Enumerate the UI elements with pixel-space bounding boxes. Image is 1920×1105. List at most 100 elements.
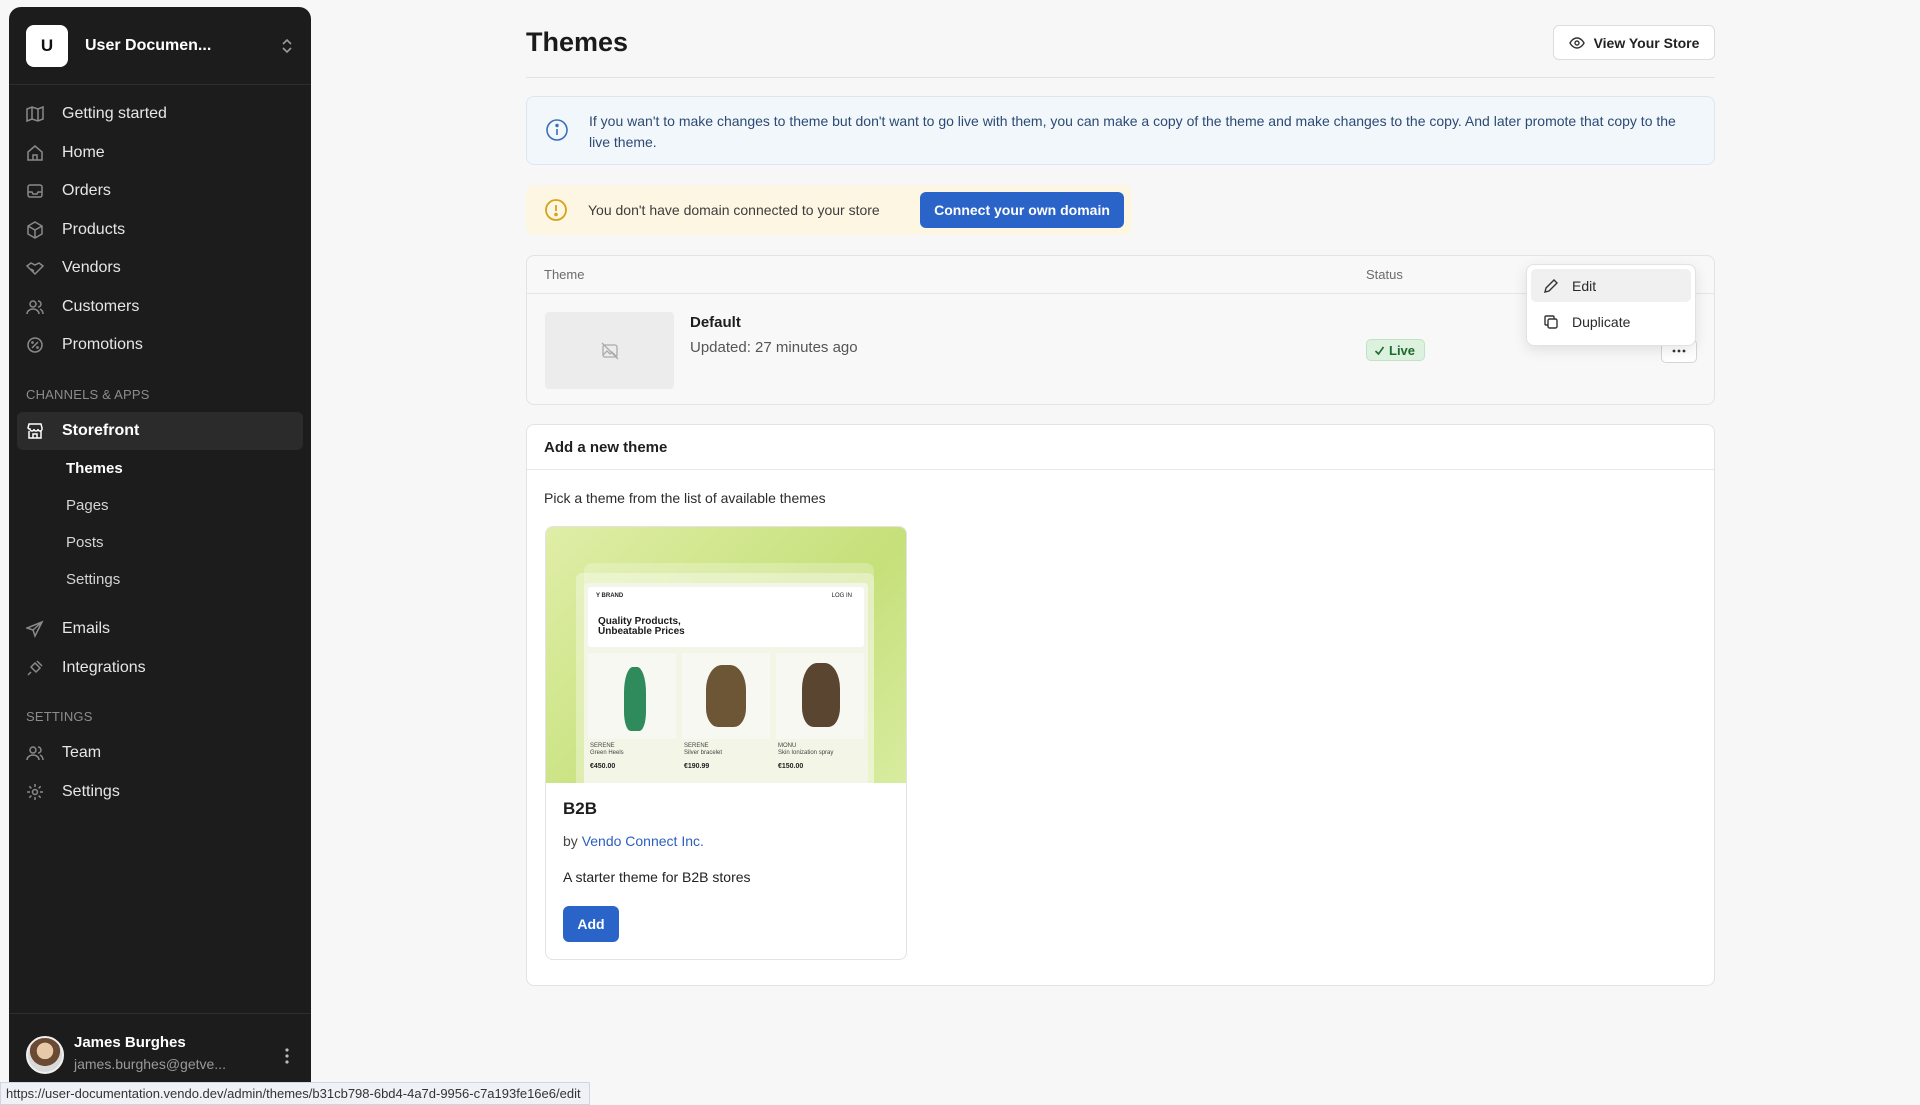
nav-label: Integrations: [62, 658, 146, 676]
menu-item-edit[interactable]: Edit: [1531, 269, 1691, 302]
user-info: James Burghes james.burghes@getve...: [74, 1034, 279, 1072]
preview-product-caption: SERENE Silver bracelet: [684, 743, 723, 756]
user-name: James Burghes: [74, 1034, 186, 1051]
preview-product-image: [624, 667, 646, 731]
users-icon: [26, 746, 44, 761]
nav-integrations[interactable]: Integrations: [9, 649, 311, 688]
nav-vendors[interactable]: Vendors: [9, 249, 311, 288]
store-switcher[interactable]: U User Documen...: [9, 7, 311, 85]
status-badge: Live: [1366, 339, 1426, 361]
nav-emails[interactable]: Emails: [9, 610, 311, 649]
add-theme-button[interactable]: Add: [563, 906, 619, 942]
nav-label: Emails: [62, 620, 111, 638]
add-theme-section: Add a new theme Pick a theme from the li…: [526, 424, 1715, 986]
connect-domain-button[interactable]: Connect your own domain: [920, 192, 1124, 228]
preview-product-price: €150.00: [778, 763, 804, 770]
info-banner: If you wan't to make changes to theme bu…: [526, 96, 1715, 165]
main-nav: Getting started Home Orders Products Ven…: [9, 85, 311, 365]
theme-name: Default: [690, 314, 741, 331]
domain-warning-banner: You don't have domain connected to your …: [526, 185, 1132, 235]
box-icon: [27, 220, 43, 239]
preview-product-image: [802, 663, 840, 727]
settings-section-label: SETTINGS: [26, 709, 93, 724]
nav-orders[interactable]: Orders: [9, 172, 311, 211]
more-horizontal-icon: [1672, 349, 1686, 353]
preview-product-caption: MONU Skin Ionization spray: [778, 743, 834, 756]
view-store-button[interactable]: View Your Store: [1553, 25, 1715, 60]
preview-headline: Quality Products, Unbeatable Prices: [598, 616, 685, 637]
chevron-up-down-icon: [282, 38, 292, 53]
preview-product-image: [706, 665, 746, 727]
column-header-theme: Theme: [544, 267, 585, 282]
plug-icon: [27, 660, 43, 676]
menu-item-label: Edit: [1572, 277, 1597, 294]
eye-icon: [1568, 36, 1585, 49]
nav-label: Home: [62, 143, 105, 161]
theme-card: Y BRAND LOG IN Quality Products, Unbeata…: [545, 526, 907, 960]
nav-promotions[interactable]: Promotions: [9, 326, 311, 365]
channels-section-label: CHANNELS & APPS: [26, 386, 150, 402]
info-banner-text: If you wan't to make changes to theme bu…: [589, 113, 1676, 150]
users-icon: [26, 300, 44, 314]
page-title: Themes: [526, 27, 629, 57]
send-icon: [26, 620, 44, 639]
divider: [526, 77, 1715, 78]
theme-preview-image: Y BRAND LOG IN Quality Products, Unbeata…: [546, 527, 906, 783]
handshake-icon: [26, 262, 44, 276]
nav-label: Promotions: [62, 336, 143, 354]
preview-brand: Y BRAND: [596, 593, 624, 599]
preview-header: Y BRAND LOG IN Quality Products, Unbeata…: [588, 587, 864, 647]
home-icon: [27, 144, 43, 161]
preview-product-tile: [776, 653, 864, 739]
more-vertical-icon[interactable]: [279, 1046, 295, 1066]
author-link[interactable]: Vendo Connect Inc.: [582, 833, 704, 849]
map-icon: [26, 106, 44, 123]
nav-products[interactable]: Products: [9, 211, 311, 250]
info-icon: [546, 119, 568, 141]
nav-label: Storefront: [62, 421, 140, 439]
copy-icon: [1544, 314, 1558, 329]
nav-label: Getting started: [62, 105, 167, 123]
inbox-icon: [27, 184, 43, 198]
nav-label: Settings: [62, 782, 120, 800]
preview-product-caption: SERENE Green Heels: [590, 743, 624, 756]
theme-card-title: B2B: [563, 799, 598, 818]
sub-nav-settings[interactable]: Settings: [9, 561, 311, 598]
nav-home[interactable]: Home: [9, 134, 311, 173]
preview-screen: Y BRAND LOG IN Quality Products, Unbeata…: [584, 583, 868, 783]
view-store-label: View Your Store: [1593, 34, 1700, 51]
nav-label: Team: [62, 744, 102, 762]
badge-percent-icon: [27, 337, 43, 353]
theme-updated: Updated: 27 minutes ago: [690, 339, 858, 356]
nav-label: Orders: [62, 182, 111, 200]
nav-getting-started[interactable]: Getting started: [9, 95, 311, 134]
nav-storefront[interactable]: Storefront: [17, 411, 303, 450]
nav-label: Vendors: [62, 259, 121, 277]
avatar: [26, 1036, 64, 1074]
sub-nav-themes[interactable]: Themes: [9, 450, 311, 487]
preview-login: LOG IN: [831, 593, 852, 599]
preview-product-price: €450.00: [590, 763, 616, 770]
store-name: User Documen...: [85, 36, 212, 54]
preview-product-tile: [588, 653, 676, 739]
section-subtitle: Pick a theme from the list of available …: [544, 490, 826, 506]
preview-product-price: €190.99: [684, 763, 710, 770]
divider: [527, 469, 1714, 470]
theme-card-author: by Vendo Connect Inc.: [563, 833, 704, 849]
nav-settings[interactable]: Settings: [9, 773, 311, 812]
warning-text: You don't have domain connected to your …: [588, 202, 880, 218]
sub-nav-pages[interactable]: Pages: [9, 487, 311, 524]
theme-card-description: A starter theme for B2B stores: [563, 869, 751, 885]
nav-team[interactable]: Team: [9, 734, 311, 773]
sidebar: U User Documen... Getting started Home O…: [9, 7, 311, 1105]
sub-nav-posts[interactable]: Posts: [9, 524, 311, 561]
nav-label: Products: [62, 220, 126, 238]
menu-item-label: Duplicate: [1572, 313, 1631, 330]
row-actions-menu: Edit Duplicate: [1526, 264, 1696, 346]
alert-circle-icon: [545, 199, 567, 221]
nav-customers[interactable]: Customers: [9, 288, 311, 327]
store-icon: [27, 423, 43, 439]
image-off-icon: [601, 342, 618, 359]
check-icon: [1374, 346, 1385, 355]
menu-item-duplicate[interactable]: Duplicate: [1531, 305, 1691, 338]
